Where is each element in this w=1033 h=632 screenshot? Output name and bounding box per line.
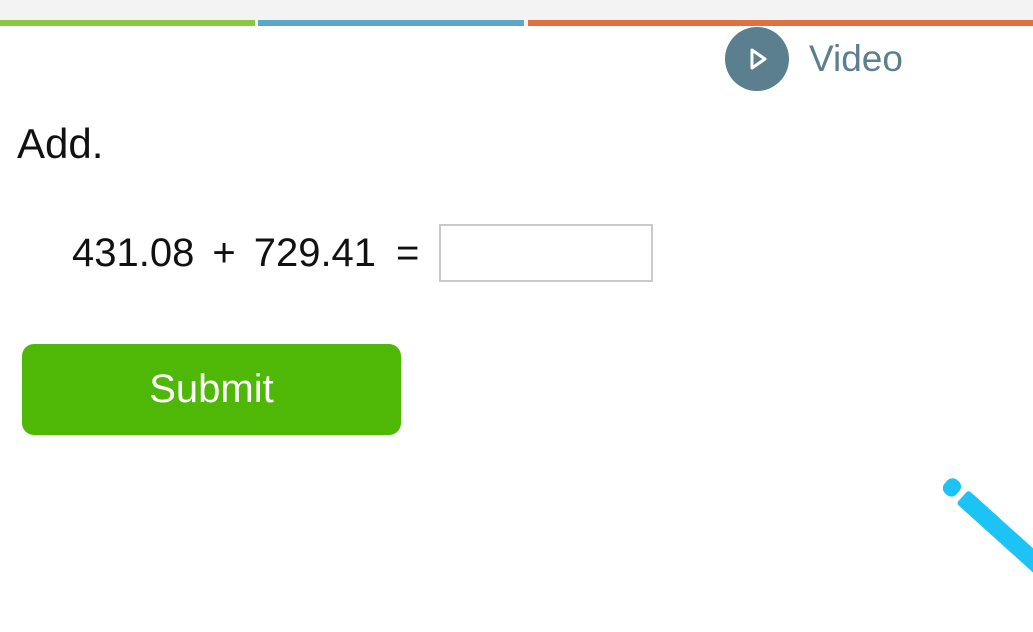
operand-b: 729.41 <box>253 230 377 275</box>
equation: 431.08 + 729.41 = <box>72 222 654 284</box>
stat-underline <box>0 20 255 26</box>
equals-sign: = <box>396 230 420 275</box>
stat-underline <box>258 20 524 26</box>
play-icon <box>725 27 789 91</box>
stat-value-glimpse <box>752 0 852 4</box>
submit-button[interactable]: Submit <box>22 344 401 435</box>
operand-a: 431.08 <box>72 230 195 275</box>
stat-value-glimpse <box>340 0 436 4</box>
pencil-icon[interactable] <box>932 468 1033 583</box>
practice-screen: Video Add. 431.08 + 729.41 = Submit <box>0 0 1033 632</box>
operator: + <box>212 230 236 275</box>
video-label: Video <box>809 38 903 79</box>
question-prompt: Add. <box>17 120 104 167</box>
stat-underline <box>528 20 1033 26</box>
stat-value-glimpse <box>108 0 130 4</box>
answer-input[interactable] <box>439 224 654 282</box>
stats-strip <box>0 0 1033 26</box>
video-button[interactable]: Video <box>725 27 903 91</box>
